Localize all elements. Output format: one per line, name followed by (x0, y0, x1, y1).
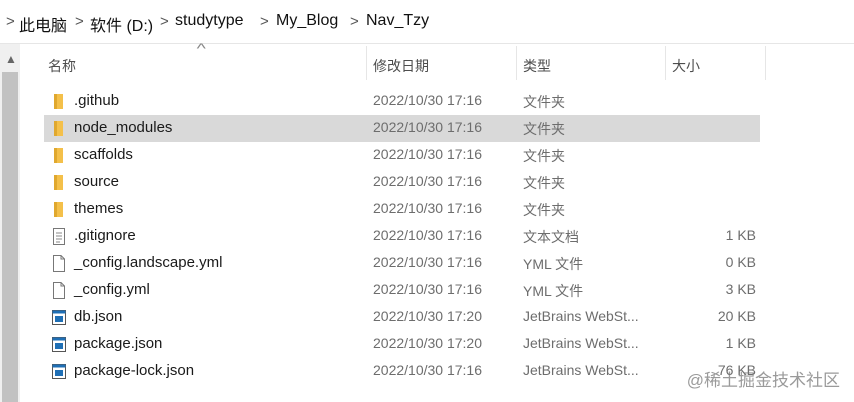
folder-icon (52, 174, 66, 191)
file-name: db.json (74, 308, 123, 325)
column-header-name[interactable]: 名称 (44, 44, 364, 80)
file-modified: 2022/10/30 17:16 (373, 254, 482, 270)
file-modified: 2022/10/30 17:16 (373, 92, 482, 108)
file-modified: 2022/10/30 17:20 (373, 335, 482, 351)
file-type: 文件夹 (523, 121, 565, 137)
file-size: 1 KB (725, 335, 756, 351)
file-type: YML 文件 (523, 256, 584, 272)
breadcrumb-separator-icon[interactable]: > (260, 13, 269, 30)
file-icon (52, 255, 66, 272)
file-name: _config.yml (74, 281, 150, 298)
file-type: 文件夹 (523, 94, 565, 110)
file-modified: 2022/10/30 17:16 (373, 119, 482, 135)
file-name: package-lock.json (74, 362, 195, 379)
json-file-icon (52, 363, 66, 380)
file-type: JetBrains WebSt... (523, 335, 639, 351)
address-bar[interactable]: > 此电脑 > 软件 (D:) > studytype > My_Blog > … (0, 0, 854, 44)
breadcrumb-nav-tzy[interactable]: Nav_Tzy (366, 12, 429, 30)
file-size: 20 KB (717, 308, 756, 324)
column-header-size-label: 大小 (672, 58, 700, 74)
file-row[interactable]: .gitignore 2022/10/30 17:16 文本文档 1 KB (44, 223, 760, 250)
file-row[interactable]: source 2022/10/30 17:16 文件夹 (44, 169, 760, 196)
breadcrumb-separator-icon[interactable]: > (75, 13, 84, 30)
column-header-type-label: 类型 (523, 58, 551, 74)
folder-icon (52, 147, 66, 164)
file-row[interactable]: db.json 2022/10/30 17:20 JetBrains WebSt..… (44, 304, 760, 331)
file-type: 文件夹 (523, 148, 565, 164)
file-modified: 2022/10/30 17:16 (373, 173, 482, 189)
file-row[interactable]: _config.yml 2022/10/30 17:16 YML 文件 3 KB (44, 277, 760, 304)
file-modified: 2022/10/30 17:16 (373, 227, 482, 243)
column-header-modified-label: 修改日期 (373, 58, 429, 74)
breadcrumb-studytype[interactable]: studytype (175, 12, 243, 30)
file-type: 文件夹 (523, 202, 565, 218)
file-type: JetBrains WebSt... (523, 308, 639, 324)
file-row[interactable]: package.json 2022/10/30 17:20 JetBrains We… (44, 331, 760, 358)
file-row[interactable]: .github 2022/10/30 17:16 文件夹 (44, 88, 760, 115)
column-header-name-label: 名称 (48, 58, 76, 74)
nav-pane-scrollbar[interactable]: ▲ (0, 44, 20, 402)
folder-icon (52, 93, 66, 110)
breadcrumb-drive-d[interactable]: 软件 (D:) (90, 12, 153, 36)
file-type: 文本文档 (523, 229, 579, 245)
file-name: node_modules (74, 119, 173, 136)
file-row[interactable]: node_modules 2022/10/30 17:16 文件夹 (44, 115, 760, 142)
file-row[interactable]: _config.landscape.yml 2022/10/30 17:16 YML… (44, 250, 760, 277)
file-modified: 2022/10/30 17:16 (373, 362, 482, 378)
breadcrumb-separator-icon: > (6, 13, 15, 30)
file-name: .github (74, 92, 120, 109)
json-file-icon (52, 309, 66, 326)
folder-icon (52, 120, 66, 137)
file-row[interactable]: package-lock.json 2022/10/30 17:16 JetBrai… (44, 358, 760, 385)
file-type: 文件夹 (523, 175, 565, 191)
file-name: _config.landscape.yml (74, 254, 223, 271)
column-header-type[interactable]: 类型 (517, 44, 665, 80)
watermark: @稀土掘金技术社区 (686, 371, 840, 390)
file-modified: 2022/10/30 17:20 (373, 308, 482, 324)
file-size: 3 KB (725, 281, 756, 297)
file-row[interactable]: themes 2022/10/30 17:16 文件夹 (44, 196, 760, 223)
breadcrumb-separator-icon[interactable]: > (160, 13, 169, 30)
file-type: JetBrains WebSt... (523, 362, 639, 378)
breadcrumb-separator-icon[interactable]: > (350, 13, 359, 30)
scroll-up-arrow-icon[interactable]: ▲ (5, 52, 17, 66)
folder-icon (52, 201, 66, 218)
file-name: .gitignore (74, 227, 136, 244)
file-row[interactable]: scaffolds 2022/10/30 17:16 文件夹 (44, 142, 760, 169)
file-type: YML 文件 (523, 283, 584, 299)
column-divider[interactable] (765, 46, 766, 80)
file-name: scaffolds (74, 146, 133, 163)
file-name: source (74, 173, 120, 190)
column-header-modified[interactable]: 修改日期 (367, 44, 515, 80)
file-modified: 2022/10/30 17:16 (373, 281, 482, 297)
breadcrumb-this-pc[interactable]: 此电脑 (19, 12, 67, 36)
file-modified: 2022/10/30 17:16 (373, 200, 482, 216)
file-name: themes (74, 200, 124, 217)
scrollbar-thumb[interactable] (2, 72, 18, 402)
column-header-size[interactable]: 大小 (666, 44, 764, 80)
file-size: 1 KB (725, 227, 756, 243)
text-document-icon (52, 228, 66, 245)
json-file-icon (52, 336, 66, 353)
file-name: package.json (74, 335, 163, 352)
file-modified: 2022/10/30 17:16 (373, 146, 482, 162)
breadcrumb-my-blog[interactable]: My_Blog (276, 12, 338, 30)
file-icon (52, 282, 66, 299)
file-size: 0 KB (725, 254, 756, 270)
